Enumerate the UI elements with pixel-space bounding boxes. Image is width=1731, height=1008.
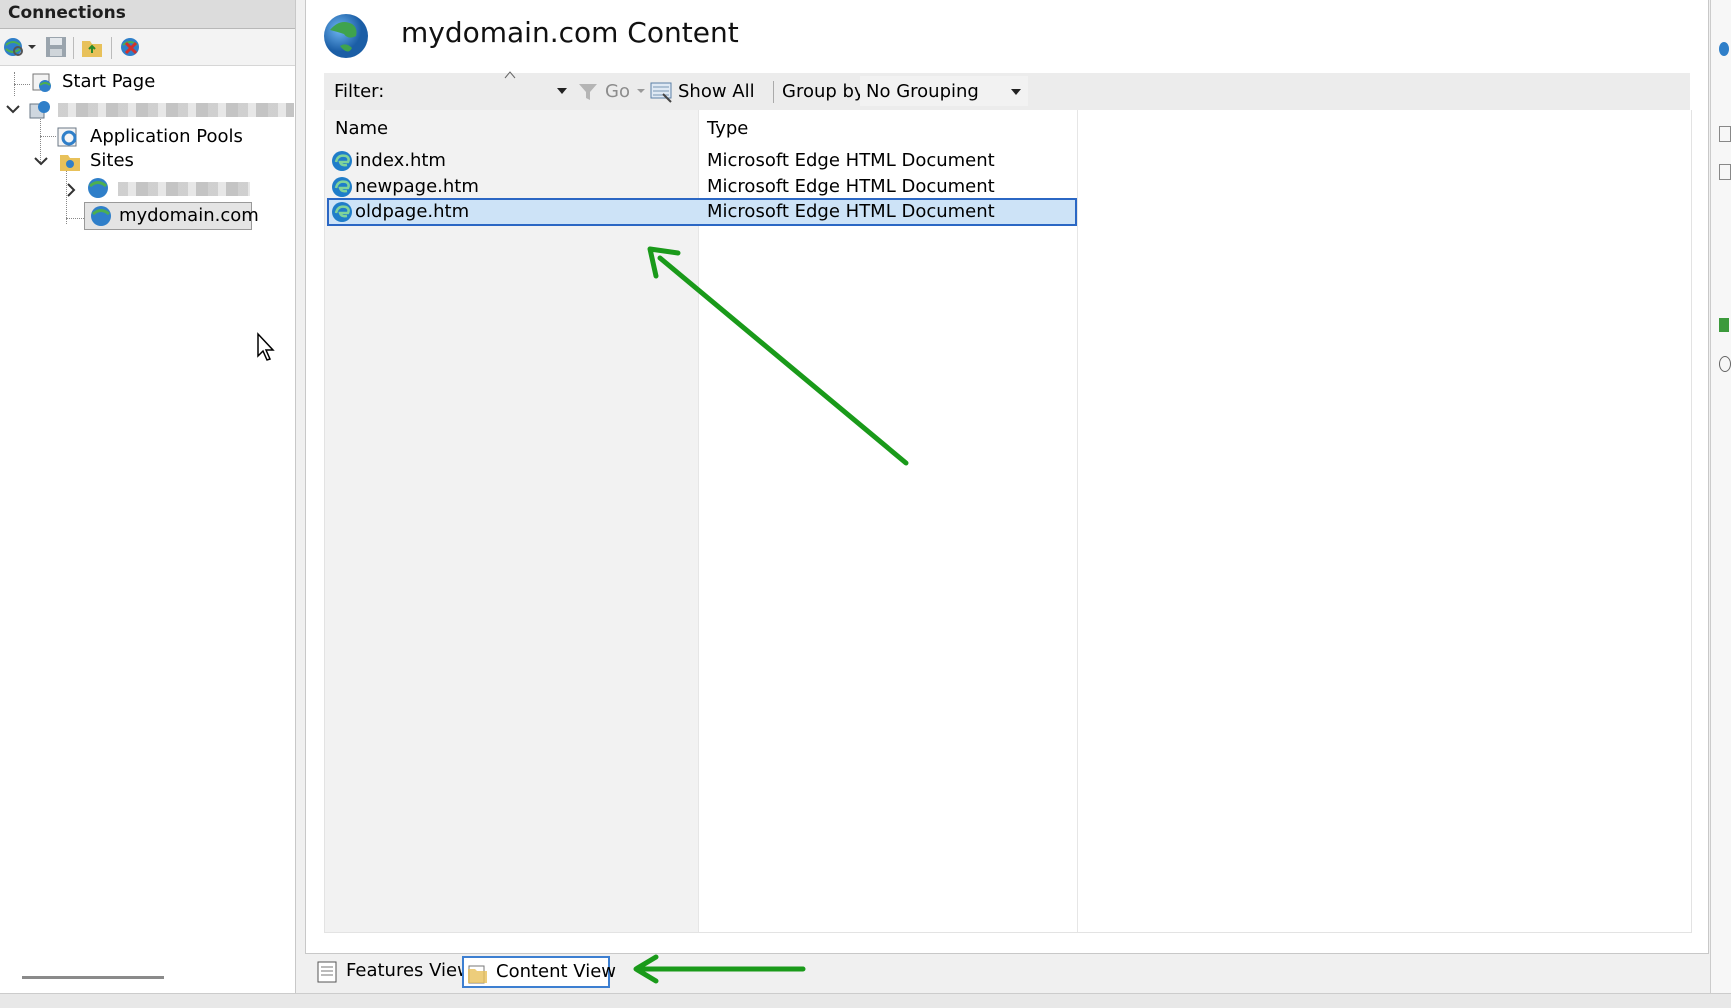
save-icon[interactable] — [44, 35, 68, 59]
file-row-index[interactable]: index.htm Microsoft Edge HTML Document — [327, 148, 1077, 174]
annotation-arrowhead-tab — [633, 954, 659, 984]
group-by-select[interactable]: No Grouping — [860, 76, 1028, 106]
column-header-type[interactable]: Type — [707, 118, 748, 139]
status-bar — [0, 993, 1731, 1008]
edge-html-file-icon — [332, 202, 352, 222]
disconnect-icon[interactable] — [118, 35, 142, 59]
site-globe-icon — [91, 206, 111, 226]
chevron-right-icon[interactable] — [66, 183, 76, 197]
filter-label: Filter: — [334, 81, 385, 102]
tab-content-view[interactable]: Content View — [462, 956, 616, 988]
name-column-bg — [325, 110, 698, 932]
tab-label-content-view: Content View — [496, 961, 617, 982]
tree-item-mydomain[interactable]: mydomain.com — [84, 202, 259, 230]
go-button[interactable]: Go — [577, 73, 630, 110]
funnel-icon — [579, 83, 597, 100]
tree-label-application-pools: Application Pools — [90, 126, 243, 147]
site-globe-icon — [88, 178, 108, 198]
connections-toolbar — [0, 29, 295, 66]
actions-pane-edge — [1710, 0, 1731, 1007]
site-globe-large-icon — [324, 14, 368, 58]
start-page-icon — [32, 73, 51, 92]
features-view-icon — [317, 961, 337, 983]
tab-features-view[interactable]: Features View — [316, 956, 472, 988]
file-type: Microsoft Edge HTML Document — [707, 176, 995, 197]
content-view-icon — [468, 965, 487, 984]
file-type: Microsoft Edge HTML Document — [707, 150, 995, 171]
redacted-server-name — [58, 103, 294, 117]
show-all-button[interactable]: Show All — [649, 73, 755, 110]
connections-title: Connections — [8, 3, 126, 23]
filter-bar: Filter: Go Show All Group by: No Groupin… — [324, 71, 1690, 112]
connections-pane: Connections Start Page Application Pools… — [0, 0, 296, 993]
group-by-label: Group by: — [782, 81, 870, 102]
application-pools-icon — [57, 127, 77, 147]
filter-input[interactable] — [386, 76, 566, 106]
show-all-label: Show All — [678, 81, 755, 102]
tab-label-features-view: Features View — [346, 960, 472, 981]
show-all-icon — [650, 82, 672, 103]
tree-label-mydomain: mydomain.com — [119, 205, 259, 226]
up-folder-icon[interactable] — [80, 35, 104, 59]
page-title: mydomain.com Content — [401, 16, 739, 49]
go-dropdown-arrow-icon[interactable] — [636, 88, 646, 94]
file-list: Name Type index.htm Microsoft Edge HTML … — [324, 110, 1692, 933]
file-row-oldpage-selected[interactable]: oldpage.htm Microsoft Edge HTML Document — [327, 198, 1077, 226]
sites-folder-icon — [60, 155, 80, 171]
connections-header: Connections — [0, 0, 295, 29]
mouse-cursor-icon — [257, 332, 275, 361]
content-pane: mydomain.com Content Filter: Go Show All… — [305, 0, 1709, 954]
tree-label-start-page: Start Page — [62, 71, 156, 92]
tree-label-sites: Sites — [90, 150, 134, 171]
file-type: Microsoft Edge HTML Document — [707, 201, 995, 222]
file-name: oldpage.htm — [355, 201, 470, 222]
group-by-dropdown-arrow-icon — [1011, 89, 1021, 95]
horizontal-scrollbar[interactable] — [22, 976, 164, 979]
server-icon — [29, 101, 50, 119]
chevron-down-icon[interactable] — [34, 156, 48, 166]
chevron-down-icon[interactable] — [6, 104, 20, 114]
column-header-name[interactable]: Name — [335, 118, 388, 139]
filter-dropdown-arrow-icon[interactable] — [556, 87, 568, 95]
tree-item-server[interactable] — [4, 96, 294, 122]
file-name: newpage.htm — [355, 176, 479, 197]
file-name: index.htm — [355, 150, 446, 171]
sort-ascending-icon — [504, 71, 516, 79]
go-label: Go — [605, 81, 630, 102]
group-by-value: No Grouping — [866, 81, 979, 102]
edge-html-file-icon — [332, 151, 352, 171]
file-row-newpage[interactable]: newpage.htm Microsoft Edge HTML Document — [327, 174, 1077, 200]
connect-globe-dropdown-icon[interactable] — [2, 35, 36, 59]
tree-item-site-other[interactable] — [62, 175, 262, 201]
redacted-site-name — [118, 182, 250, 196]
edge-html-file-icon — [332, 177, 352, 197]
